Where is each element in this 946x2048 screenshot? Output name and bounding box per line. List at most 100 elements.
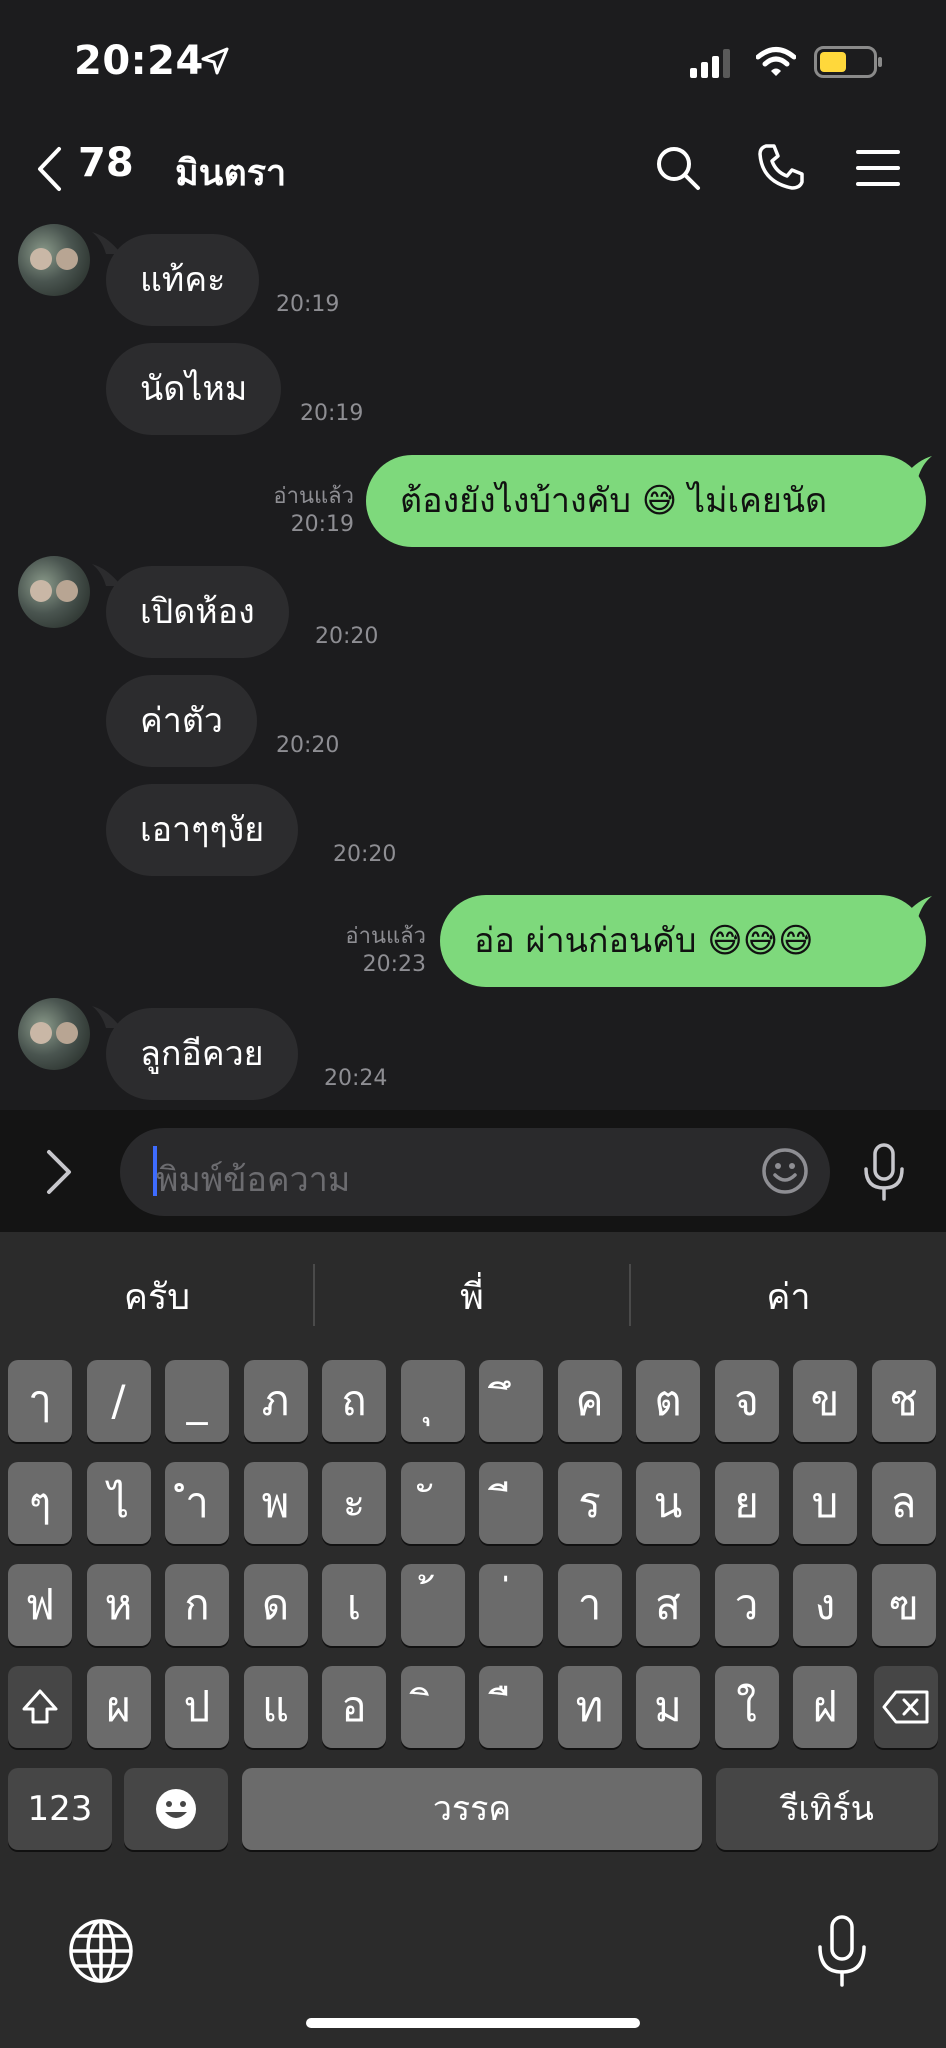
bubble-tail: [92, 232, 118, 254]
key-row2-3[interactable]: พ: [243, 1462, 308, 1544]
contact-avatar[interactable]: [18, 224, 90, 296]
key-row2-7[interactable]: ร: [557, 1462, 622, 1544]
menu-icon[interactable]: [856, 148, 900, 188]
key-row1-5[interactable]: ุ: [400, 1360, 465, 1442]
dictation-microphone-icon[interactable]: [814, 1914, 870, 1988]
key-row4-5[interactable]: ื: [479, 1666, 543, 1748]
suggestion-1[interactable]: ครับ: [0, 1262, 314, 1334]
key-row2-0[interactable]: ๆ: [8, 1462, 72, 1544]
unread-count[interactable]: 78: [78, 140, 134, 186]
key-row1-0[interactable]: ๅ: [8, 1360, 72, 1442]
signal-icon: [690, 49, 730, 78]
globe-icon[interactable]: [68, 1918, 134, 1984]
key-row1-4[interactable]: ถ: [322, 1360, 386, 1442]
key-row3-1[interactable]: ห: [86, 1564, 151, 1646]
message-time: 20:19: [290, 512, 354, 537]
emoji-face-icon: [156, 1789, 196, 1829]
key-row3-8[interactable]: ส: [636, 1564, 700, 1646]
message-time: 20:19: [300, 401, 364, 426]
backspace-icon: [882, 1690, 929, 1724]
emoji-smiley-icon[interactable]: [760, 1146, 810, 1196]
key-row2-10[interactable]: บ: [793, 1462, 857, 1544]
key-row4-1[interactable]: ป: [165, 1666, 229, 1748]
message-bubble-incoming[interactable]: ลูกอีควย: [106, 1008, 298, 1100]
key-row1-2[interactable]: _: [165, 1360, 229, 1442]
key-row2-5[interactable]: ั: [400, 1462, 465, 1544]
bubble-tail: [92, 1006, 118, 1028]
key-row3-4[interactable]: เ: [322, 1564, 386, 1646]
back-chevron-icon[interactable]: [34, 146, 64, 192]
emoji-key[interactable]: [124, 1768, 228, 1850]
message-time: 20:20: [315, 624, 379, 649]
key-row4-6[interactable]: ท: [557, 1666, 622, 1748]
key-row2-1[interactable]: ไ: [86, 1462, 151, 1544]
key-row1-10[interactable]: ข: [793, 1360, 857, 1442]
message-bubble-incoming[interactable]: แท้คะ: [106, 234, 260, 326]
message-bubble-outgoing[interactable]: ต้องยังไงบ้างคับ 😅 ไม่เคยนัด: [366, 455, 926, 547]
message-bubble-incoming[interactable]: เอาๆๆงัย: [106, 784, 299, 876]
read-receipt: อ่านแล้ว: [345, 924, 426, 949]
key-row4-9[interactable]: ฝ: [793, 1666, 857, 1748]
key-row3-2[interactable]: ก: [165, 1564, 229, 1646]
numbers-key[interactable]: 123: [8, 1768, 112, 1850]
message-bubble-outgoing[interactable]: อ่อ ผ่านก่อนคับ 😅😅😅: [440, 895, 926, 987]
wifi-icon: [756, 47, 796, 76]
message-input-placeholder: พิมพ์ข้อความ: [156, 1160, 351, 1200]
search-icon[interactable]: [654, 144, 702, 192]
key-row2-6[interactable]: ี: [479, 1462, 543, 1544]
shift-key[interactable]: [8, 1666, 72, 1748]
key-row1-9[interactable]: จ: [714, 1360, 779, 1442]
message-bubble-incoming[interactable]: เปิดห้อง: [106, 566, 289, 658]
contact-avatar[interactable]: [18, 556, 90, 628]
suggestion-2[interactable]: พี่: [315, 1262, 629, 1334]
key-row4-8[interactable]: ใ: [714, 1666, 779, 1748]
key-row1-1[interactable]: /: [86, 1360, 151, 1442]
key-row3-5[interactable]: ้: [400, 1564, 465, 1646]
key-row2-2[interactable]: ำ: [165, 1462, 229, 1544]
key-row1-7[interactable]: ค: [557, 1360, 622, 1442]
key-row2-9[interactable]: ย: [714, 1462, 779, 1544]
location-arrow-icon: [201, 47, 229, 75]
delete-key[interactable]: [874, 1666, 938, 1748]
key-row1-11[interactable]: ช: [871, 1360, 936, 1442]
message-bubble-incoming[interactable]: นัดไหม: [106, 343, 282, 435]
key-row2-11[interactable]: ล: [871, 1462, 936, 1544]
key-row4-3[interactable]: อ: [322, 1666, 386, 1748]
key-row3-9[interactable]: ว: [714, 1564, 779, 1646]
expand-chevron-icon[interactable]: [44, 1148, 74, 1196]
phone-call-icon[interactable]: [756, 142, 806, 192]
message-time: 20:24: [324, 1066, 388, 1091]
microphone-icon[interactable]: [860, 1142, 908, 1202]
contact-name[interactable]: มินตรา: [175, 144, 286, 201]
message-time: 20:20: [333, 842, 397, 867]
key-row3-10[interactable]: ง: [793, 1564, 857, 1646]
bubble-tail: [92, 564, 118, 586]
key-row4-2[interactable]: แ: [243, 1666, 308, 1748]
key-row3-0[interactable]: ฟ: [8, 1564, 72, 1646]
key-row4-4[interactable]: ิ: [400, 1666, 465, 1748]
message-bubble-incoming[interactable]: ค่าตัว: [106, 675, 258, 767]
key-row1-3[interactable]: ภ: [243, 1360, 308, 1442]
contact-avatar[interactable]: [18, 998, 90, 1070]
key-row3-11[interactable]: ฃ: [871, 1564, 936, 1646]
key-row3-7[interactable]: า: [557, 1564, 622, 1646]
key-row3-6[interactable]: ่: [479, 1564, 543, 1646]
return-key[interactable]: รีเทิร์น: [716, 1768, 938, 1850]
battery-icon: [814, 46, 882, 78]
key-row4-0[interactable]: ผ: [86, 1666, 151, 1748]
suggestion-3[interactable]: ค่า: [631, 1262, 946, 1334]
shift-arrow-icon: [22, 1689, 58, 1724]
message-time: 20:20: [276, 733, 340, 758]
home-indicator: [306, 2018, 640, 2028]
read-receipt: อ่านแล้ว: [273, 484, 354, 509]
message-time: 20:23: [362, 952, 426, 977]
key-row1-8[interactable]: ต: [636, 1360, 700, 1442]
message-time: 20:19: [276, 292, 340, 317]
key-row3-3[interactable]: ด: [243, 1564, 308, 1646]
space-key[interactable]: วรรค: [242, 1768, 702, 1850]
key-row1-6[interactable]: ึ: [479, 1360, 543, 1442]
key-row2-4[interactable]: ะ: [322, 1462, 386, 1544]
status-time: 20:24: [74, 38, 204, 84]
key-row4-7[interactable]: ม: [636, 1666, 700, 1748]
key-row2-8[interactable]: น: [636, 1462, 700, 1544]
